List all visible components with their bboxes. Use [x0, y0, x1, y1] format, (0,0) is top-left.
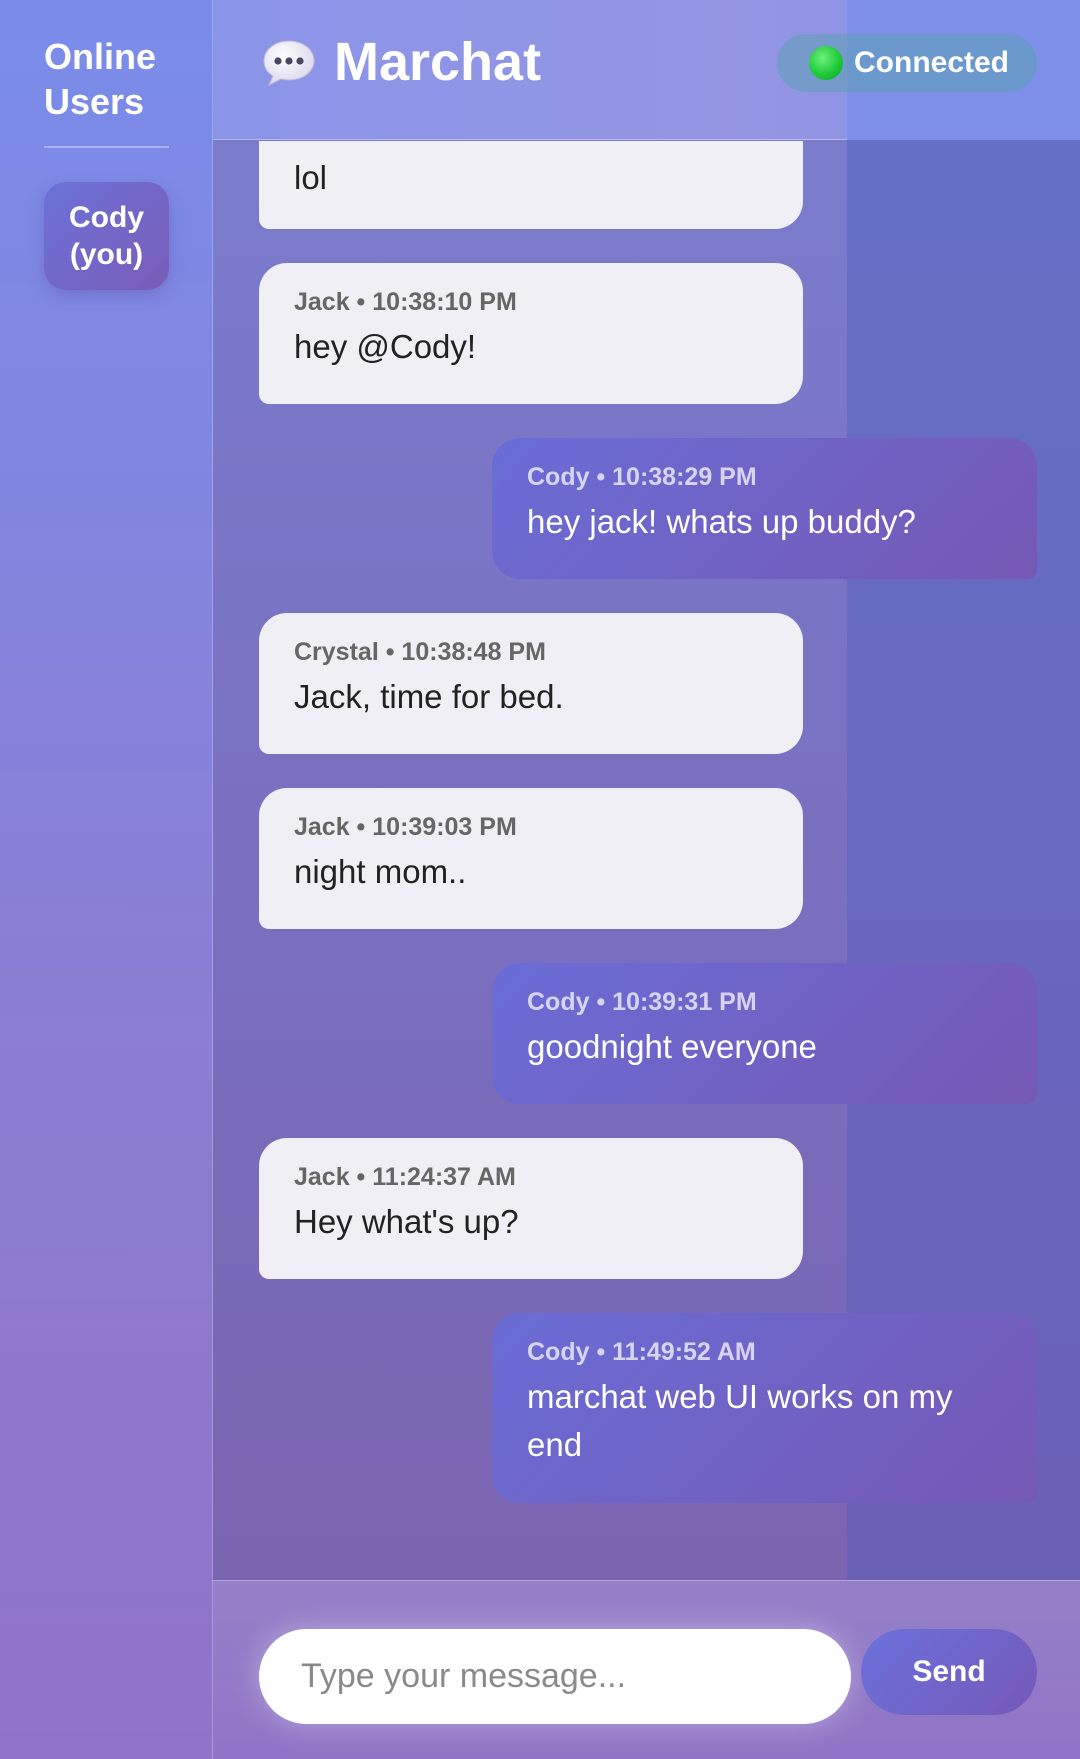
- status-text: Connected: [854, 46, 1010, 79]
- message-text: night mom..: [294, 853, 467, 890]
- message-meta: Crystal • 10:38:48 PM: [294, 638, 546, 666]
- message-meta: Cody • 10:39:31 PM: [527, 988, 757, 1016]
- message-text: lol: [294, 159, 328, 196]
- message-text: hey jack! whats up buddy?: [527, 503, 916, 540]
- message-text: Jack, time for bed.: [294, 678, 564, 715]
- online-user-cody[interactable]: Cody (you): [44, 182, 169, 290]
- sidebar: Online Users Cody (you): [0, 0, 213, 1759]
- message-bubble: Cody • 11:49:52 AM marchat web UI works …: [492, 1313, 1037, 1503]
- message-bubble: Jack • 11:24:37 AM Hey what's up?: [259, 1138, 803, 1279]
- message-meta: Cody • 11:49:52 AM: [527, 1338, 756, 1366]
- message-input[interactable]: [259, 1629, 851, 1724]
- message-bubble: Jack • 10:38:10 PM hey @Cody!: [259, 263, 803, 404]
- sidebar-title: Online Users: [44, 36, 157, 122]
- message-bubble: Cody • 10:39:31 PM goodnight everyone: [492, 963, 1037, 1104]
- chat-panel: Marchat Connected lol Jack • 10:38:10 PM…: [213, 0, 1080, 1759]
- message-text: hey @Cody!: [294, 328, 477, 365]
- message-list[interactable]: lol Jack • 10:38:10 PM hey @Cody! Cody •…: [213, 141, 1080, 1580]
- message-bubble: lol: [259, 141, 803, 229]
- message-text: marchat web UI works on my end: [527, 1378, 953, 1463]
- message-bubble: Cody • 10:38:29 PM hey jack! whats up bu…: [492, 438, 1037, 579]
- message-meta: Jack • 10:38:10 PM: [294, 288, 517, 316]
- message-text: goodnight everyone: [527, 1028, 817, 1065]
- message-bubble: Jack • 10:39:03 PM night mom..: [259, 788, 803, 929]
- message-bubble: Crystal • 10:38:48 PM Jack, time for bed…: [259, 613, 803, 754]
- message-text: Hey what's up?: [294, 1203, 519, 1240]
- speech-bubble-icon: [261, 38, 317, 88]
- message-meta: Jack • 10:39:03 PM: [294, 813, 517, 841]
- message-meta: Jack • 11:24:37 AM: [294, 1163, 516, 1191]
- app-title: Marchat: [334, 32, 542, 92]
- status-dot-icon: [809, 46, 843, 80]
- connection-status-badge: Connected: [777, 34, 1037, 92]
- composer-bar: Send: [213, 1580, 1080, 1759]
- chat-header: Marchat Connected: [213, 0, 1080, 140]
- message-meta: Cody • 10:38:29 PM: [527, 463, 757, 491]
- send-button[interactable]: Send: [861, 1629, 1037, 1715]
- sidebar-divider: [44, 146, 169, 148]
